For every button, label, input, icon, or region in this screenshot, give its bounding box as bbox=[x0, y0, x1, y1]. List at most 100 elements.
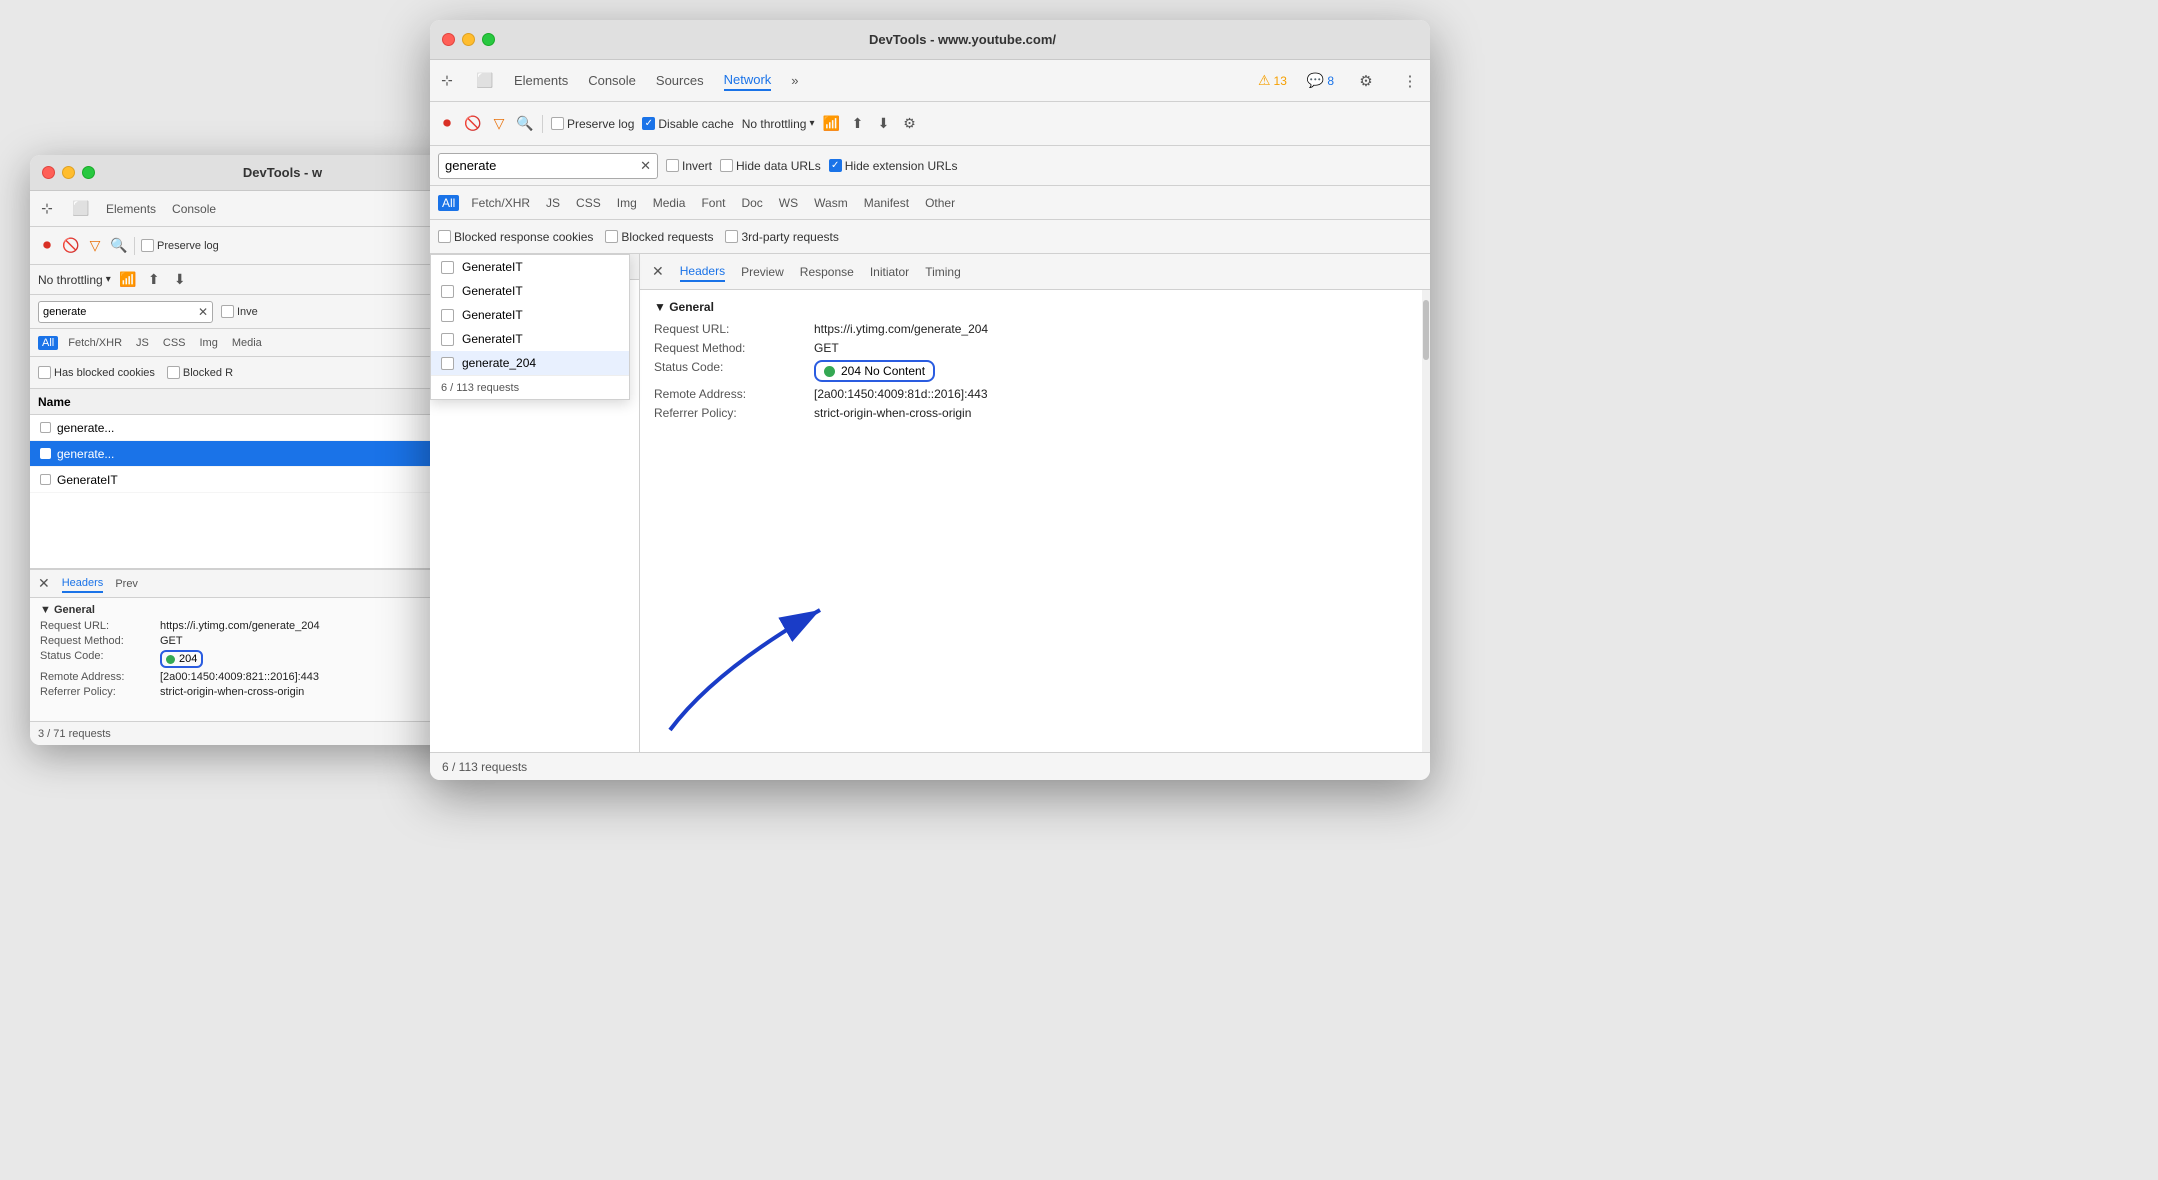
back-wifi-icon[interactable]: 📶 bbox=[119, 271, 137, 289]
front-detail-tab-headers[interactable]: Headers bbox=[680, 262, 725, 282]
back-maximize-btn[interactable] bbox=[82, 166, 95, 179]
front-detail-tab-initiator[interactable]: Initiator bbox=[870, 263, 909, 281]
front-autocomplete-item-2[interactable]: GenerateIT bbox=[431, 303, 629, 327]
front-preserve-log-checkbox[interactable] bbox=[551, 117, 564, 130]
front-disable-cache-checkbox[interactable]: ✓ bbox=[642, 117, 655, 130]
back-tab-elements[interactable]: Elements bbox=[106, 200, 156, 218]
front-autocomplete-item-4[interactable]: generate_204 bbox=[431, 351, 629, 375]
front-tab-sources[interactable]: Sources bbox=[656, 71, 704, 90]
back-download-icon[interactable]: ⬇ bbox=[171, 271, 189, 289]
front-clear-icon[interactable]: 🚫 bbox=[464, 115, 482, 133]
back-blocked-cookies-cb[interactable] bbox=[38, 366, 51, 379]
front-ac1-cb[interactable] bbox=[441, 285, 454, 298]
back-clear-icon[interactable]: 🚫 bbox=[62, 237, 80, 255]
back-req2-cb[interactable] bbox=[40, 474, 51, 485]
front-autocomplete-item-0[interactable]: GenerateIT bbox=[431, 255, 629, 279]
front-download-icon[interactable]: ⬇ bbox=[874, 115, 892, 133]
back-filter-js[interactable]: JS bbox=[132, 336, 153, 350]
back-cursor-icon[interactable]: ⊹ bbox=[38, 200, 56, 218]
front-search-icon[interactable]: 🔍 bbox=[516, 115, 534, 133]
front-tab-console[interactable]: Console bbox=[588, 71, 636, 90]
back-req0-cb[interactable] bbox=[40, 422, 51, 433]
back-invert-checkbox[interactable] bbox=[221, 305, 234, 318]
front-settings2-icon[interactable]: ⚙ bbox=[900, 115, 918, 133]
back-tab-console[interactable]: Console bbox=[172, 200, 216, 218]
front-device-icon[interactable]: ⬜ bbox=[476, 72, 494, 90]
front-invert-checkbox[interactable] bbox=[666, 159, 679, 172]
back-preserve-log-checkbox[interactable] bbox=[141, 239, 154, 252]
front-blocked-req-cb[interactable] bbox=[605, 230, 618, 243]
back-device-icon[interactable]: ⬜ bbox=[72, 200, 90, 218]
front-autocomplete-item-3[interactable]: GenerateIT bbox=[431, 327, 629, 351]
front-ac0-cb[interactable] bbox=[441, 261, 454, 274]
front-filter-img[interactable]: Img bbox=[613, 195, 641, 211]
back-detail-tab-prev[interactable]: Prev bbox=[115, 576, 138, 592]
front-detail-tab-timing[interactable]: Timing bbox=[925, 263, 961, 281]
back-req1-cb[interactable] bbox=[40, 448, 51, 459]
back-filter-css[interactable]: CSS bbox=[159, 336, 190, 350]
front-filter-icon[interactable]: ▽ bbox=[490, 115, 508, 133]
back-filter-img[interactable]: Img bbox=[196, 336, 222, 350]
front-filter-other[interactable]: Other bbox=[921, 195, 959, 211]
back-filter-media[interactable]: Media bbox=[228, 336, 266, 350]
back-close-btn[interactable] bbox=[42, 166, 55, 179]
front-throttle-dropdown[interactable]: No throttling ▾ bbox=[742, 117, 815, 131]
front-record-icon[interactable]: ⏺ bbox=[438, 115, 456, 133]
back-blocked-requests-cb[interactable] bbox=[167, 366, 180, 379]
back-throttle-dropdown[interactable]: No throttling ▾ bbox=[38, 273, 111, 287]
front-scrollbar-thumb[interactable] bbox=[1423, 300, 1429, 360]
front-scrollbar[interactable] bbox=[1422, 290, 1430, 752]
front-detail-tab-response[interactable]: Response bbox=[800, 263, 854, 281]
back-filter-fetchxhr[interactable]: Fetch/XHR bbox=[64, 336, 126, 350]
back-upload-icon[interactable]: ⬆ bbox=[145, 271, 163, 289]
back-request-row-1[interactable]: generate... bbox=[30, 441, 470, 467]
front-filter-wasm[interactable]: Wasm bbox=[810, 195, 852, 211]
front-blocked-resp-cb[interactable] bbox=[438, 230, 451, 243]
front-settings-icon[interactable]: ⚙ bbox=[1354, 69, 1378, 93]
back-record-icon[interactable]: ⏺ bbox=[38, 237, 56, 255]
front-filter-ws[interactable]: WS bbox=[775, 195, 802, 211]
front-maximize-btn[interactable] bbox=[482, 33, 495, 46]
front-tab-elements[interactable]: Elements bbox=[514, 71, 568, 90]
front-ac4-cb[interactable] bbox=[441, 357, 454, 370]
back-detail-tab-headers[interactable]: Headers bbox=[62, 575, 104, 593]
back-filter-all[interactable]: All bbox=[38, 336, 58, 350]
front-filter-all[interactable]: All bbox=[438, 195, 459, 211]
front-ac3-cb[interactable] bbox=[441, 333, 454, 346]
back-search-clear[interactable]: ✕ bbox=[198, 305, 208, 319]
front-detail-tab-preview[interactable]: Preview bbox=[741, 263, 784, 281]
front-filter-js[interactable]: JS bbox=[542, 195, 564, 211]
back-request-row-0[interactable]: generate... bbox=[30, 415, 470, 441]
front-upload-icon[interactable]: ⬆ bbox=[848, 115, 866, 133]
front-minimize-btn[interactable] bbox=[462, 33, 475, 46]
front-filter-css[interactable]: CSS bbox=[572, 195, 605, 211]
back-search-input[interactable]: generate ✕ bbox=[38, 301, 213, 323]
front-filter-manifest[interactable]: Manifest bbox=[860, 195, 913, 211]
front-filter-doc[interactable]: Doc bbox=[737, 195, 766, 211]
front-tab-network[interactable]: Network bbox=[724, 70, 772, 91]
front-autocomplete-item-1[interactable]: GenerateIT bbox=[431, 279, 629, 303]
front-filter-fetchxhr[interactable]: Fetch/XHR bbox=[467, 195, 534, 211]
front-hide-ext-urls-checkbox[interactable]: ✓ bbox=[829, 159, 842, 172]
front-ac2-cb[interactable] bbox=[441, 309, 454, 322]
front-search-input[interactable]: generate ✕ bbox=[438, 153, 658, 179]
front-wifi-icon[interactable]: 📶 bbox=[822, 115, 840, 133]
front-left-pane: Name GenerateIT GenerateIT GenerateIT bbox=[430, 254, 640, 752]
back-minimize-btn[interactable] bbox=[62, 166, 75, 179]
front-network-toolbar: ⏺ 🚫 ▽ 🔍 Preserve log ✓ Disable cache No … bbox=[430, 102, 1430, 146]
front-detail-close[interactable]: ✕ bbox=[652, 263, 664, 280]
back-request-row-2[interactable]: GenerateIT bbox=[30, 467, 470, 493]
front-third-party-cb[interactable] bbox=[725, 230, 738, 243]
front-filter-font[interactable]: Font bbox=[697, 195, 729, 211]
front-filter-media[interactable]: Media bbox=[649, 195, 690, 211]
front-detail-tabs: ✕ Headers Preview Response Initiator Tim… bbox=[640, 254, 1430, 290]
front-search-clear[interactable]: ✕ bbox=[640, 158, 651, 174]
front-tab-more[interactable]: » bbox=[791, 71, 798, 90]
back-detail-close[interactable]: ✕ bbox=[38, 575, 50, 592]
front-close-btn[interactable] bbox=[442, 33, 455, 46]
front-hide-data-urls-checkbox[interactable] bbox=[720, 159, 733, 172]
back-search-icon[interactable]: 🔍 bbox=[110, 237, 128, 255]
front-cursor-icon[interactable]: ⊹ bbox=[438, 72, 456, 90]
front-more-icon[interactable]: ⋮ bbox=[1398, 69, 1422, 93]
back-filter-icon[interactable]: ▽ bbox=[86, 237, 104, 255]
